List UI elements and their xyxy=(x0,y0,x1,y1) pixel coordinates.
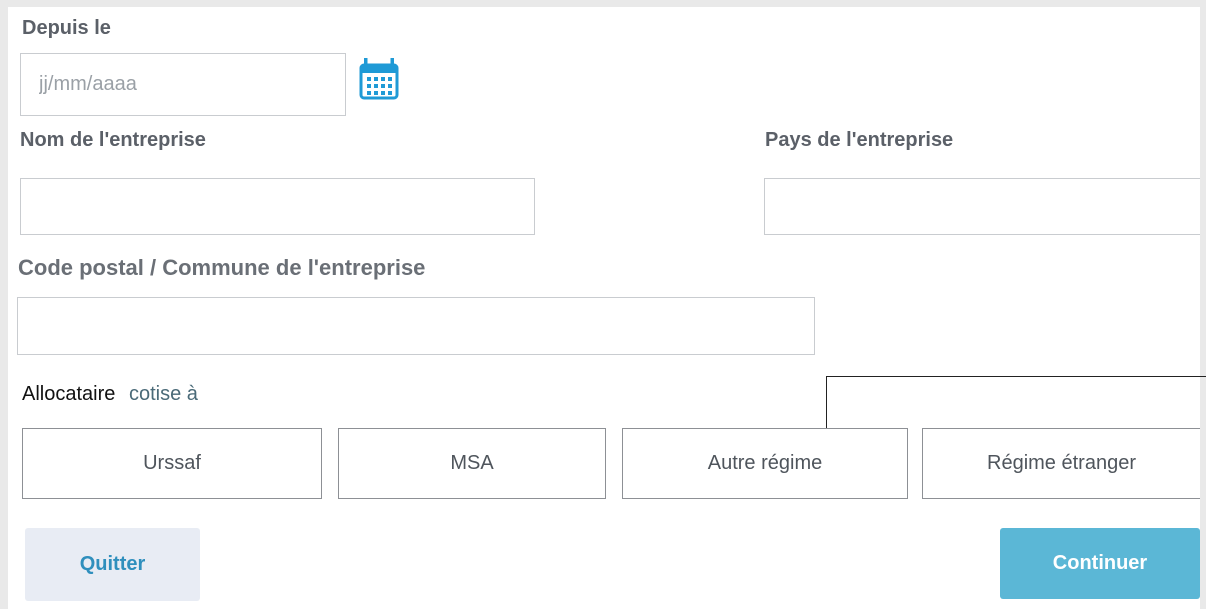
pays-entreprise-input[interactable] xyxy=(764,178,1200,235)
choice-msa[interactable]: MSA xyxy=(338,428,606,499)
choice-urssaf[interactable]: Urssaf xyxy=(22,428,322,499)
quitter-button[interactable]: Quitter xyxy=(25,528,200,601)
callout-line-horizontal xyxy=(826,376,1206,377)
frame-top xyxy=(0,0,1206,7)
cotise-a-label: cotise à xyxy=(128,383,198,405)
calendar-icon[interactable] xyxy=(359,55,399,101)
allocataire-label: Allocataire xyxy=(22,383,116,405)
depuis-le-label: Depuis le xyxy=(22,17,111,39)
pays-entreprise-label: Pays de l'entreprise xyxy=(765,129,954,151)
continuer-button[interactable]: Continuer xyxy=(1000,528,1200,599)
nom-entreprise-input[interactable] xyxy=(20,178,535,235)
nom-entreprise-label: Nom de l'entreprise xyxy=(20,129,206,151)
allocataire-row: Allocataire cotise à xyxy=(22,383,198,406)
callout-line-vertical xyxy=(826,376,827,428)
code-postal-label: Code postal / Commune de l'entreprise xyxy=(18,255,426,280)
date-input[interactable] xyxy=(20,53,346,116)
frame-left xyxy=(0,0,8,609)
frame-right xyxy=(1200,0,1206,609)
choice-regime-etranger[interactable]: Régime étranger xyxy=(922,428,1200,499)
code-postal-commune-input[interactable] xyxy=(17,297,815,355)
choice-autre-regime[interactable]: Autre régime xyxy=(622,428,908,499)
